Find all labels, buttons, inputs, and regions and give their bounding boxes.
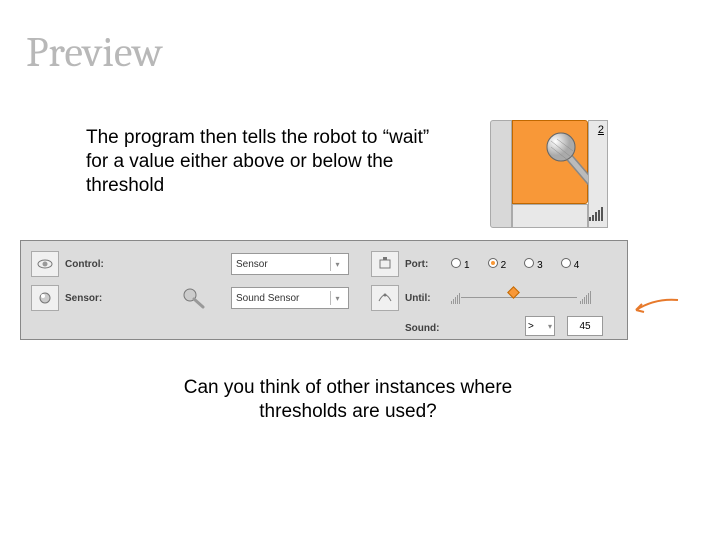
until-label: Until: (405, 293, 431, 304)
intro-text: The program then tells the robot to “wai… (86, 126, 446, 197)
sensor-icon (31, 285, 59, 311)
control-value: Sensor (236, 259, 268, 270)
port-label: Port: (405, 259, 428, 270)
config-panel: Control: Sensor ▾ Sensor: Sound Sensor ▾… (20, 240, 628, 340)
wait-sensor-block: 2 (490, 120, 608, 228)
chevron-down-icon: ▾ (330, 257, 344, 271)
sensor-dropdown[interactable]: Sound Sensor ▾ (231, 287, 349, 309)
until-slider[interactable] (451, 290, 591, 306)
until-icon (371, 285, 399, 311)
port-icon (371, 251, 399, 277)
page-title: Preview (26, 28, 163, 77)
control-dropdown[interactable]: Sensor ▾ (231, 253, 349, 275)
port-option-4[interactable]: 4 (561, 258, 580, 271)
control-icon (31, 251, 59, 277)
port-option-3[interactable]: 3 (524, 258, 543, 271)
comparison-dropdown[interactable]: > ▾ (525, 316, 555, 336)
sensor-label: Sensor: (65, 293, 102, 304)
port-option-2[interactable]: 2 (488, 258, 507, 271)
threshold-value-input[interactable]: 45 (567, 316, 603, 336)
chevron-down-icon: ▾ (548, 322, 552, 331)
signal-icon (589, 207, 604, 221)
sound-label: Sound: (405, 323, 439, 334)
annotation-arrow-icon (630, 296, 680, 318)
control-label: Control: (65, 259, 104, 270)
closing-text: Can you think of other instances where t… (138, 376, 558, 424)
port-option-1[interactable]: 1 (451, 258, 470, 271)
sensor-value: Sound Sensor (236, 293, 299, 304)
chevron-down-icon: ▾ (330, 291, 344, 305)
microphone-mini-icon (181, 287, 207, 309)
block-port-label: 2 (598, 124, 604, 136)
comparison-value: > (528, 321, 534, 332)
